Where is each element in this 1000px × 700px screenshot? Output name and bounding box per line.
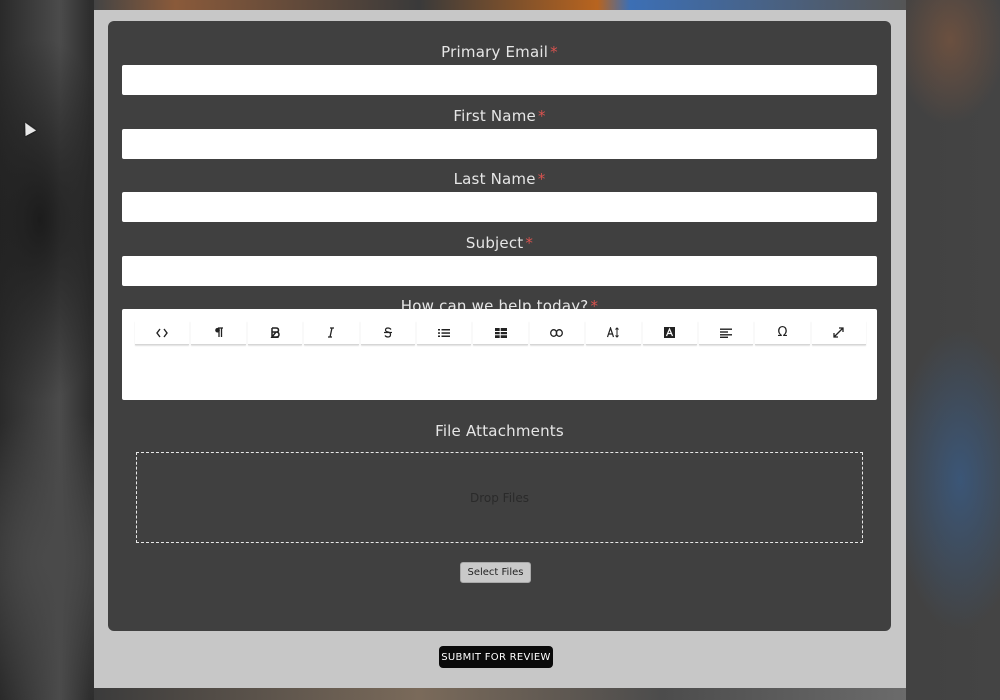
background-strip-top [94, 0, 906, 10]
paragraph-icon[interactable] [191, 321, 246, 345]
form-container: Primary Email * First Name * Last Name * Su… [94, 10, 906, 688]
rich-text-editor[interactable]: Ω [122, 309, 877, 400]
last-name-label-text: Last Name [453, 170, 536, 188]
list-icon[interactable] [416, 321, 472, 345]
align-left-icon[interactable] [698, 321, 754, 345]
primary-email-label-text: Primary Email [441, 43, 549, 61]
last-name-label: Last Name * [108, 170, 891, 188]
select-files-button[interactable]: Select Files [460, 562, 531, 583]
drop-files-text: Drop Files [469, 490, 529, 505]
first-name-label-text: First Name [453, 107, 536, 125]
required-marker: * [537, 107, 546, 125]
bold-icon[interactable] [247, 321, 303, 345]
editor-toolbar: Ω [135, 321, 867, 345]
font-size-icon[interactable] [586, 321, 641, 345]
link-icon[interactable] [529, 321, 585, 345]
first-name-label: First Name * [108, 107, 891, 125]
font-color-icon[interactable] [642, 321, 697, 345]
last-name-input[interactable] [122, 192, 877, 222]
omega-glyph: Ω [777, 325, 788, 340]
file-dropzone[interactable]: Drop Files [136, 452, 863, 543]
submit-for-review-button[interactable]: SUBMIT FOR REVIEW [439, 646, 553, 668]
primary-email-label: Primary Email * [108, 43, 891, 61]
primary-email-input[interactable] [122, 65, 877, 95]
background-strip-bottom [94, 688, 906, 700]
required-marker: * [537, 170, 546, 188]
required-marker: * [525, 234, 534, 252]
file-attachments-title: File Attachments [435, 422, 564, 440]
table-icon[interactable] [473, 321, 528, 345]
special-character-icon[interactable]: Ω [755, 321, 810, 345]
subject-label-text: Subject [465, 234, 524, 252]
subject-label: Subject * [108, 234, 891, 252]
strikethrough-icon[interactable] [360, 321, 415, 345]
italic-icon[interactable] [304, 321, 359, 345]
code-view-icon[interactable] [135, 321, 190, 345]
required-marker: * [550, 43, 558, 61]
form-panel: Primary Email * First Name * Last Name * Su… [108, 21, 891, 631]
subject-input[interactable] [122, 256, 877, 286]
first-name-input[interactable] [122, 129, 877, 159]
fullscreen-icon[interactable] [811, 321, 867, 345]
